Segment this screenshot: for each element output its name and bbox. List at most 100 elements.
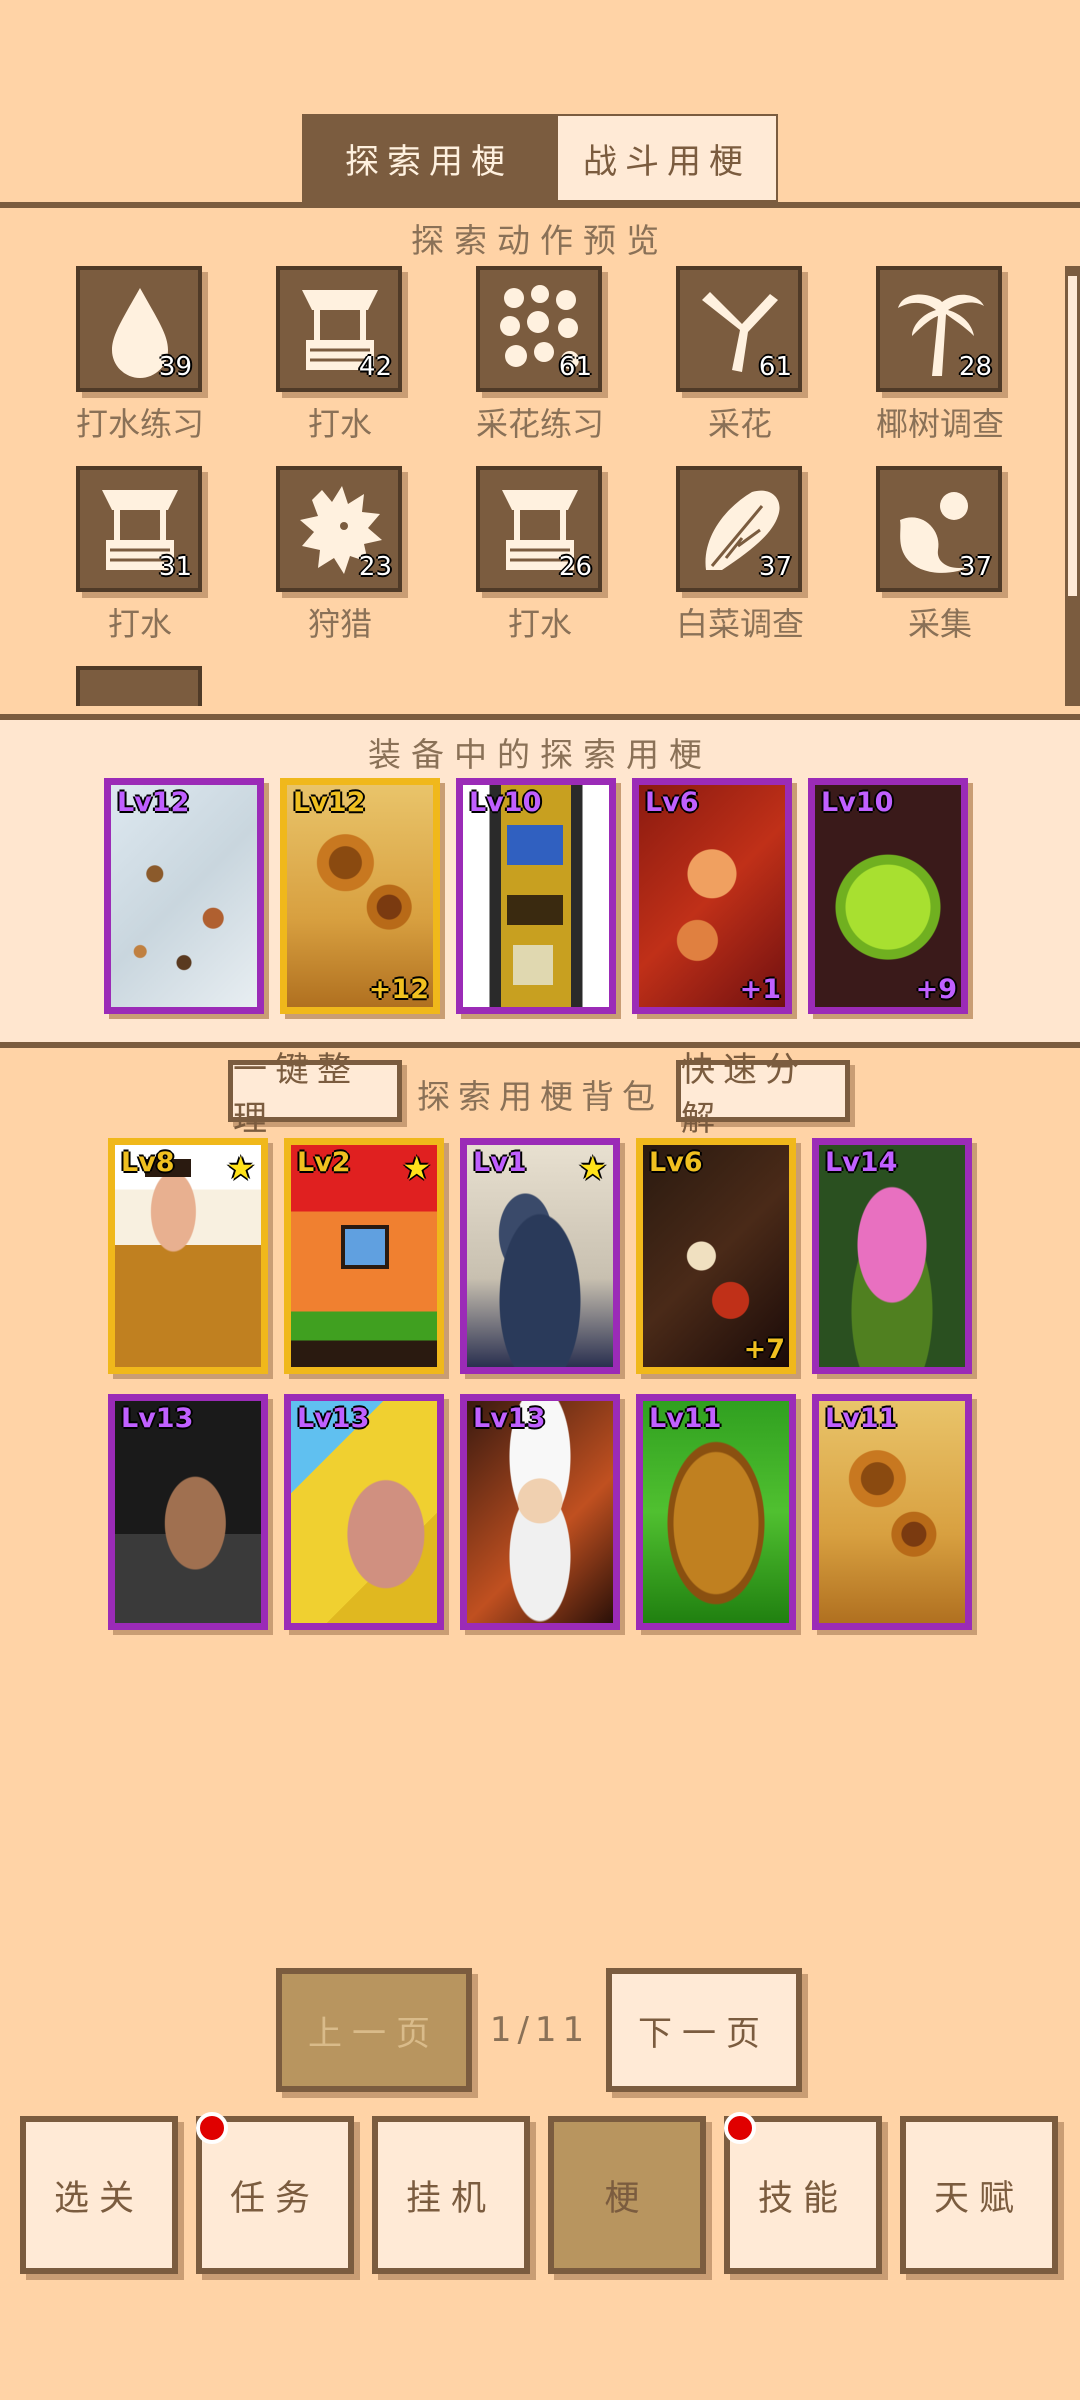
action-label: 打水 — [107, 605, 172, 643]
action-count: 61 — [758, 352, 792, 382]
action-item[interactable]: 61 采花 — [650, 266, 820, 456]
action-item[interactable]: 61 采花练习 — [450, 266, 620, 456]
bag-card[interactable]: Lv13 — [460, 1394, 620, 1630]
page-indicator: 1/11 — [489, 2010, 591, 2050]
action-icon-box: 61 — [676, 266, 802, 392]
action-count: 37 — [758, 552, 792, 582]
action-label: 采集 — [907, 605, 972, 643]
bag-title: 探索用梗背包 — [417, 1077, 663, 1116]
action-item-partial[interactable] — [76, 666, 202, 706]
action-count: 42 — [358, 352, 392, 382]
card-art — [819, 1401, 965, 1623]
favorite-star-icon: ★ — [578, 1149, 607, 1187]
card-level: Lv10 — [821, 787, 894, 818]
equipped-card[interactable]: Lv10 — [456, 778, 616, 1014]
action-label: 椰树调查 — [875, 405, 1004, 443]
nav-select-level[interactable]: 选关 — [20, 2116, 178, 2274]
action-icon-box: 31 — [76, 466, 202, 592]
action-count: 37 — [958, 552, 992, 582]
card-level: Lv11 — [825, 1403, 898, 1434]
bag-card[interactable]: Lv14 — [812, 1138, 972, 1374]
card-plus: +7 — [743, 1334, 785, 1365]
bag-card[interactable]: Lv13 — [108, 1394, 268, 1630]
action-item[interactable]: 31 打水 — [50, 466, 220, 656]
action-label: 采花练习 — [475, 405, 604, 443]
action-label: 打水 — [507, 605, 572, 643]
action-icon-box: 37 — [676, 466, 802, 592]
bag-card[interactable]: Lv11 — [636, 1394, 796, 1630]
card-plus: +9 — [915, 974, 957, 1005]
preview-scrollbar[interactable] — [1065, 266, 1080, 706]
tab-battle[interactable]: 战斗用梗 — [556, 114, 778, 202]
card-level: Lv1 — [473, 1147, 527, 1178]
action-count: 39 — [158, 352, 192, 382]
card-art — [643, 1401, 789, 1623]
scrollbar-thumb[interactable] — [1068, 276, 1077, 596]
action-item[interactable]: 37 白菜调查 — [650, 466, 820, 656]
card-level: Lv12 — [293, 787, 366, 818]
bag-card[interactable]: Lv8 ★ — [108, 1138, 268, 1374]
action-icon-box: 39 — [76, 266, 202, 392]
bag-card[interactable]: Lv6 +7 — [636, 1138, 796, 1374]
favorite-star-icon: ★ — [226, 1149, 255, 1187]
action-label: 白菜调查 — [675, 605, 804, 643]
bag-card[interactable]: Lv11 — [812, 1394, 972, 1630]
action-item[interactable]: 28 椰树调查 — [850, 266, 1020, 456]
equipped-card[interactable]: Lv10 +9 — [808, 778, 968, 1014]
equipped-card[interactable]: Lv6 +1 — [632, 778, 792, 1014]
nav-talents[interactable]: 天赋 — [900, 2116, 1058, 2274]
card-art — [463, 785, 609, 1007]
card-level: Lv13 — [121, 1403, 194, 1434]
divider — [0, 202, 1080, 208]
preview-title: 探索动作预览 — [411, 221, 669, 260]
card-level: Lv11 — [649, 1403, 722, 1434]
action-item[interactable]: 39 打水练习 — [50, 266, 220, 456]
action-icon-box: 26 — [476, 466, 602, 592]
action-icon-box: 42 — [276, 266, 402, 392]
card-art — [819, 1145, 965, 1367]
action-item[interactable]: 37 采集 — [850, 466, 1020, 656]
card-level: Lv12 — [117, 787, 190, 818]
action-label: 打水练习 — [75, 405, 204, 443]
card-level: Lv13 — [473, 1403, 546, 1434]
bag-card[interactable]: Lv2 ★ — [284, 1138, 444, 1374]
card-art — [115, 1401, 261, 1623]
quick-decompose-button[interactable]: 快速分解 — [676, 1050, 850, 1139]
equipped-card[interactable]: Lv12 +12 — [280, 778, 440, 1014]
equipped-title: 装备中的探索用梗 — [368, 735, 712, 774]
notification-dot-icon — [724, 2112, 756, 2144]
action-count: 23 — [358, 552, 392, 582]
prev-page-button[interactable]: 上一页 — [276, 1968, 472, 2092]
card-level: Lv10 — [469, 787, 542, 818]
card-level: Lv6 — [649, 1147, 703, 1178]
action-count: 28 — [958, 352, 992, 382]
action-label: 狩猎 — [307, 605, 372, 643]
action-item[interactable]: 42 打水 — [250, 266, 420, 456]
card-art — [111, 785, 257, 1007]
card-plus: +12 — [368, 974, 429, 1005]
action-label: 采花 — [707, 405, 772, 443]
notification-dot-icon — [196, 2112, 228, 2144]
action-icon-box: 37 — [876, 466, 1002, 592]
next-page-button[interactable]: 下一页 — [606, 1968, 802, 2092]
card-level: Lv6 — [645, 787, 699, 818]
action-label: 打水 — [307, 405, 372, 443]
card-level: Lv8 — [121, 1147, 175, 1178]
nav-idle[interactable]: 挂机 — [372, 2116, 530, 2274]
action-count: 31 — [158, 552, 192, 582]
action-count: 26 — [558, 552, 592, 582]
card-level: Lv13 — [297, 1403, 370, 1434]
card-level: Lv14 — [825, 1147, 898, 1178]
card-art — [291, 1401, 437, 1623]
action-item[interactable]: 23 狩猎 — [250, 466, 420, 656]
card-art — [467, 1401, 613, 1623]
bag-card[interactable]: Lv1 ★ — [460, 1138, 620, 1374]
nav-memes[interactable]: 梗 — [548, 2116, 706, 2274]
action-count: 61 — [558, 352, 592, 382]
equipped-card[interactable]: Lv12 — [104, 778, 264, 1014]
sort-button[interactable]: 一键整理 — [228, 1050, 402, 1139]
tab-explore[interactable]: 探索用梗 — [302, 114, 556, 202]
action-icon-box: 23 — [276, 466, 402, 592]
action-item[interactable]: 26 打水 — [450, 466, 620, 656]
bag-card[interactable]: Lv13 — [284, 1394, 444, 1630]
